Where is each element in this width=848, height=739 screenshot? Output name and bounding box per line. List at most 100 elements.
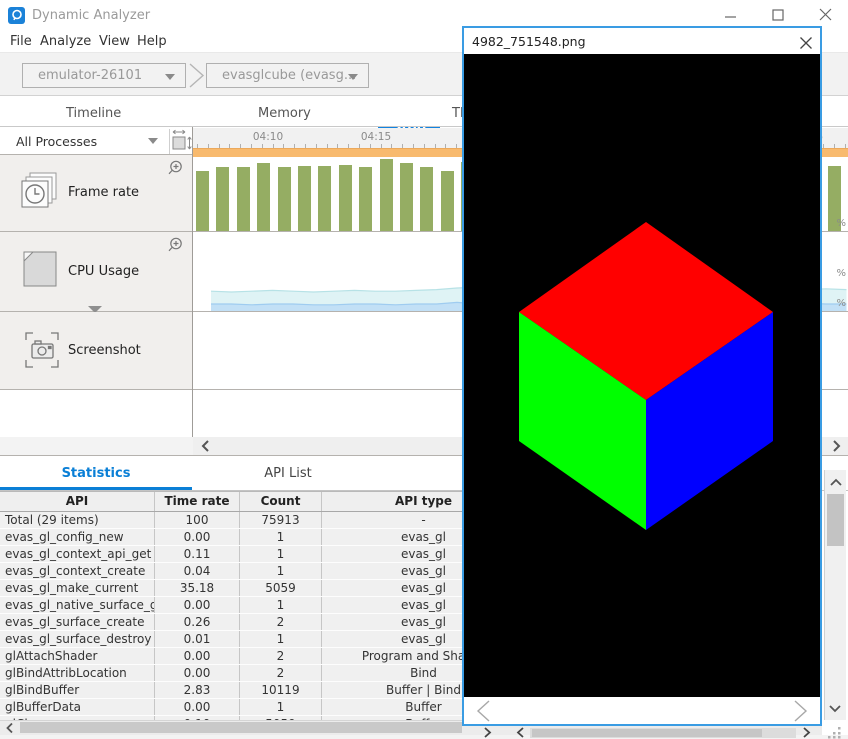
row-cpu-usage[interactable]: CPU Usage [0, 232, 192, 312]
active-tab-underline [0, 487, 192, 490]
row-label: CPU Usage [68, 264, 139, 279]
framerate-bar [237, 167, 250, 232]
table-cell: 2 [240, 648, 322, 664]
menu-item-help[interactable]: Help [133, 33, 171, 50]
table-cell: 0.00 [155, 597, 240, 613]
maximize-button[interactable] [763, 5, 793, 25]
table-cell: 2 [240, 614, 322, 630]
table-cell: 1 [240, 597, 322, 613]
menu-item-view[interactable]: View [95, 33, 134, 50]
zoom-in-button[interactable] [166, 236, 184, 254]
table-header-cell[interactable]: Count [240, 492, 322, 511]
table-cell: evas_gl_config_new [0, 529, 155, 545]
table-cell: Total (29 items) [0, 512, 155, 528]
table-cell: glBindBuffer [0, 682, 155, 698]
popup-nav [464, 697, 820, 724]
device-combobox-value: emulator-26101 [38, 68, 142, 83]
previous-image-button[interactable] [472, 699, 496, 723]
table-cell: glBindAttribLocation [0, 665, 155, 681]
framerate-bar [196, 171, 209, 232]
scroll-down-icon[interactable] [826, 700, 844, 718]
table-cell: evas_gl_native_surface_g [0, 597, 155, 613]
table-cell: 0.00 [155, 529, 240, 545]
table-cell: 0.26 [155, 614, 240, 630]
breadcrumb-chevron-icon [187, 62, 207, 89]
table-header-cell[interactable]: Time rate [155, 492, 240, 511]
table-cell: 0.01 [155, 631, 240, 647]
table-cell: 35.18 [155, 580, 240, 596]
app-logo-icon [8, 7, 25, 24]
framerate-bar [298, 166, 311, 232]
scroll-up-icon[interactable] [827, 474, 845, 492]
table-cell: evas_gl_surface_destroy [0, 631, 155, 647]
table-cell: 1 [240, 699, 322, 715]
table-cell: 75913 [240, 512, 322, 528]
table-cell: evas_gl_context_api_get [0, 546, 155, 562]
framerate-bar [441, 171, 454, 232]
table-cell: evas_gl_context_create [0, 563, 155, 579]
scroll-right-icon[interactable] [799, 726, 813, 739]
framerate-bar [380, 159, 393, 232]
table-cell: evas_gl_make_current [0, 580, 155, 596]
device-combobox[interactable]: emulator-26101 [22, 63, 186, 88]
scrollbar-thumb[interactable] [532, 729, 762, 737]
popup-close-icon[interactable] [798, 35, 814, 51]
screenshot-image [464, 54, 820, 697]
framerate-bar [420, 167, 433, 232]
table-cell: glBufferData [0, 699, 155, 715]
frame-rate-icon [18, 170, 60, 214]
framerate-bar [318, 166, 331, 232]
scroll-right-icon[interactable] [827, 437, 845, 455]
ruler-label: 04:10 [248, 131, 288, 143]
fit-to-window-button[interactable] [169, 129, 192, 154]
row-frame-rate[interactable]: Frame rate [0, 155, 192, 232]
main-window: Dynamic Analyzer File Analyze View Help … [0, 0, 848, 739]
framerate-bar [339, 165, 352, 232]
framerate-bar [400, 163, 413, 232]
menu-item-file[interactable]: File [6, 33, 36, 50]
chevron-down-icon [148, 138, 158, 144]
process-filter-combobox[interactable]: All Processes [16, 134, 97, 149]
row-label: Frame rate [68, 185, 139, 200]
framerate-bar [278, 167, 291, 232]
tab-memory[interactable]: Memory [258, 106, 311, 121]
table-cell: 1 [240, 529, 322, 545]
table-cell: 10119 [240, 682, 322, 698]
cpu-usage-icon [20, 248, 60, 290]
menu-item-analyze[interactable]: Analyze [36, 33, 95, 50]
table-cell: 2 [240, 665, 322, 681]
framerate-bar [216, 167, 229, 232]
next-image-button[interactable] [788, 699, 812, 723]
table-cell: 0.00 [155, 665, 240, 681]
table-cell: 5059 [240, 580, 322, 596]
screenshot-icon [22, 329, 62, 371]
zoom-in-button[interactable] [166, 159, 184, 177]
tab-api-list[interactable]: API List [192, 466, 384, 481]
table-cell: evas_gl_surface_create [0, 614, 155, 630]
close-button[interactable] [810, 5, 840, 25]
table-cell: 0.11 [155, 546, 240, 562]
scroll-left-icon[interactable] [514, 726, 528, 739]
table-hscroll-thumb[interactable] [20, 722, 462, 733]
empty-row [0, 390, 192, 437]
row-screenshot[interactable]: Screenshot [0, 312, 192, 390]
resize-grip-icon[interactable] [827, 726, 843, 739]
framerate-bar [359, 167, 372, 232]
chevron-down-icon [165, 74, 175, 80]
app-combobox[interactable]: evasglcube (evasg... [206, 63, 369, 88]
table-cell: 1 [240, 631, 322, 647]
table-cell: 0.04 [155, 563, 240, 579]
tab-statistics[interactable]: Statistics [0, 466, 192, 481]
scroll-right-icon[interactable] [480, 726, 494, 739]
table-vscroll-thumb[interactable] [827, 494, 844, 546]
table-cell: 0.00 [155, 648, 240, 664]
table-cell: 0.00 [155, 699, 240, 715]
table-cell: 2.83 [155, 682, 240, 698]
table-header-cell[interactable]: API [0, 492, 155, 511]
app-combobox-value: evasglcube (evasg... [222, 68, 356, 83]
ruler-label: 04:15 [356, 131, 396, 143]
minimize-button[interactable] [715, 5, 745, 25]
scroll-left-icon[interactable] [197, 437, 215, 455]
window-title: Dynamic Analyzer [32, 8, 150, 23]
tab-timeline[interactable]: Timeline [66, 106, 121, 121]
